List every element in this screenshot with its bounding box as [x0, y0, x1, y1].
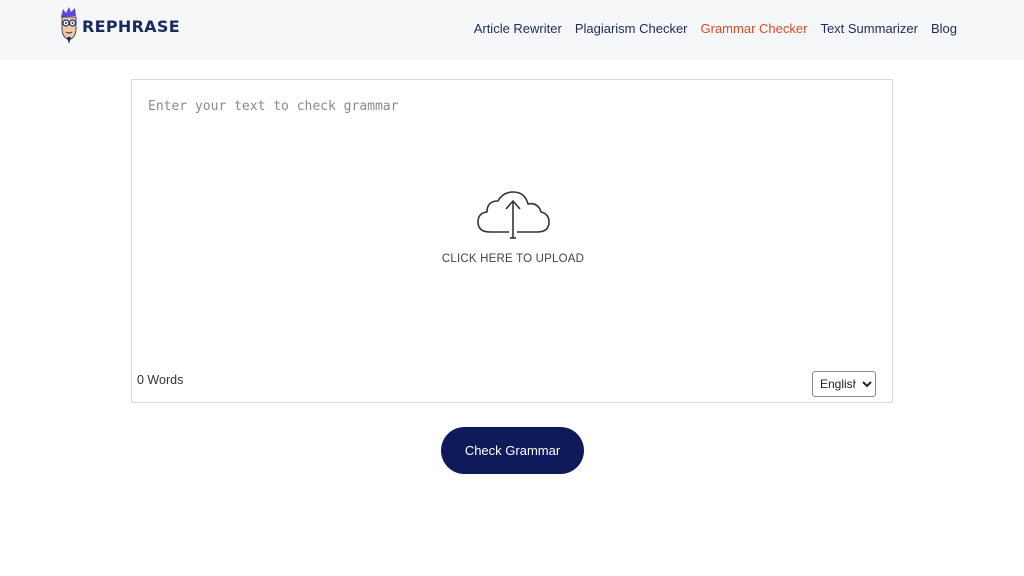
upload-label: CLICK HERE TO UPLOAD: [441, 253, 585, 265]
nav-article-rewriter[interactable]: Article Rewriter: [474, 21, 562, 36]
nav-plagiarism-checker[interactable]: Plagiarism Checker: [575, 21, 688, 36]
brand-name: REPHRASE: [82, 16, 180, 36]
nav-grammar-checker[interactable]: Grammar Checker: [701, 21, 808, 36]
language-select[interactable]: English: [812, 371, 876, 397]
check-grammar-button[interactable]: Check Grammar: [441, 427, 584, 474]
cloud-upload-icon: [474, 188, 552, 245]
nav-blog[interactable]: Blog: [931, 21, 957, 36]
main-nav: Article Rewriter Plagiarism Checker Gram…: [474, 21, 957, 36]
text-editor-panel: CLICK HERE TO UPLOAD 0 Words English: [131, 79, 893, 403]
brand-logo[interactable]: REPHRASE: [58, 6, 180, 46]
upload-area[interactable]: CLICK HERE TO UPLOAD: [432, 188, 594, 268]
nav-text-summarizer[interactable]: Text Summarizer: [820, 21, 918, 36]
mascot-logo-icon: [58, 7, 80, 45]
top-header: REPHRASE Article Rewriter Plagiarism Che…: [0, 0, 1024, 60]
word-count: 0 Words: [137, 373, 184, 387]
